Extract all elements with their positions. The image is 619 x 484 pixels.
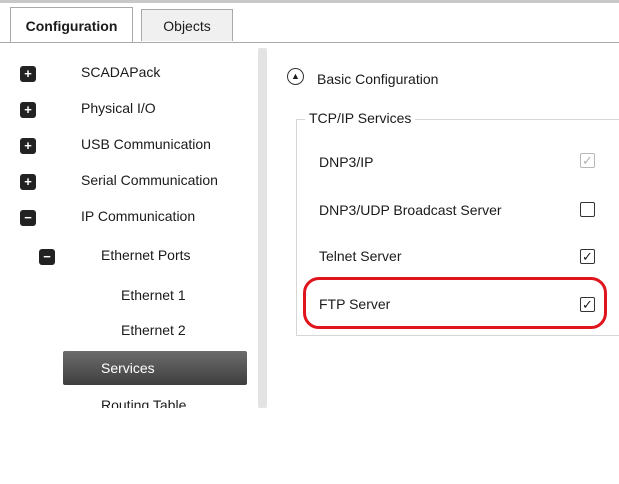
service-row-telnet: Telnet Server ✓ xyxy=(319,245,609,269)
dnp3-udp-broadcast-checkbox[interactable] xyxy=(580,202,595,217)
tab-objects-label: Objects xyxy=(163,17,211,34)
tree-item-ip-communication[interactable]: − IP Communication xyxy=(0,202,258,232)
tree-item-ethernet-2[interactable]: Ethernet 2 xyxy=(0,316,258,346)
tab-divider xyxy=(0,42,619,43)
expand-icon[interactable]: + xyxy=(20,138,36,154)
tree-scrollbar[interactable] xyxy=(258,48,267,408)
service-row-dnp3-udp: DNP3/UDP Broadcast Server xyxy=(319,199,609,223)
tree-item-services[interactable]: Services xyxy=(63,351,247,385)
telnet-server-checkbox[interactable]: ✓ xyxy=(580,249,595,264)
tab-configuration-label: Configuration xyxy=(25,17,118,34)
collapse-icon[interactable]: − xyxy=(20,210,36,226)
ftp-highlight-annotation xyxy=(303,277,607,329)
tree-item-ethernet-1[interactable]: Ethernet 1 xyxy=(0,281,258,311)
tree-item-physical-io[interactable]: + Physical I/O xyxy=(0,94,258,124)
tree-item-label: Ethernet 1 xyxy=(121,287,186,303)
tree-item-label: Routing Table xyxy=(101,397,187,408)
service-row-dnp3-ip: DNP3/IP ✓ xyxy=(319,151,609,175)
expand-icon[interactable]: + xyxy=(20,174,36,190)
tab-objects[interactable]: Objects xyxy=(141,9,233,41)
tree-item-label: SCADAPack xyxy=(81,64,161,80)
chevron-up-icon[interactable]: ▲ xyxy=(287,68,304,85)
expand-icon[interactable]: + xyxy=(20,102,36,118)
tree-item-ethernet-ports[interactable]: − Ethernet Ports xyxy=(0,241,258,271)
tree-item-label: USB Communication xyxy=(81,136,211,152)
group-title: TCP/IP Services xyxy=(305,110,416,126)
service-label: DNP3/UDP Broadcast Server xyxy=(319,202,502,218)
tree-item-label: IP Communication xyxy=(81,208,196,224)
window-top-border xyxy=(0,0,619,3)
expand-icon[interactable]: + xyxy=(20,66,36,82)
tab-bar: Configuration Objects xyxy=(0,7,619,43)
tree-item-routing-table[interactable]: Routing Table xyxy=(0,391,258,408)
tree-item-label: Serial Communication xyxy=(81,172,218,188)
tree-item-label: Services xyxy=(101,360,155,376)
configuration-tree: + SCADAPack + Physical I/O + USB Communi… xyxy=(0,44,258,408)
panel-title: Basic Configuration xyxy=(317,71,439,87)
tree-item-serial-communication[interactable]: + Serial Communication xyxy=(0,166,258,196)
service-label: Telnet Server xyxy=(319,248,402,264)
tree-item-label: Physical I/O xyxy=(81,100,156,116)
collapse-icon[interactable]: − xyxy=(39,249,55,265)
tree-item-label: Ethernet Ports xyxy=(101,247,191,263)
service-label: DNP3/IP xyxy=(319,154,374,170)
tab-configuration[interactable]: Configuration xyxy=(10,7,133,43)
tree-item-label: Ethernet 2 xyxy=(121,322,186,338)
tree-item-scadapack[interactable]: + SCADAPack xyxy=(0,58,258,88)
tree-item-usb-communication[interactable]: + USB Communication xyxy=(0,130,258,160)
dnp3-ip-checkbox[interactable]: ✓ xyxy=(580,153,595,168)
